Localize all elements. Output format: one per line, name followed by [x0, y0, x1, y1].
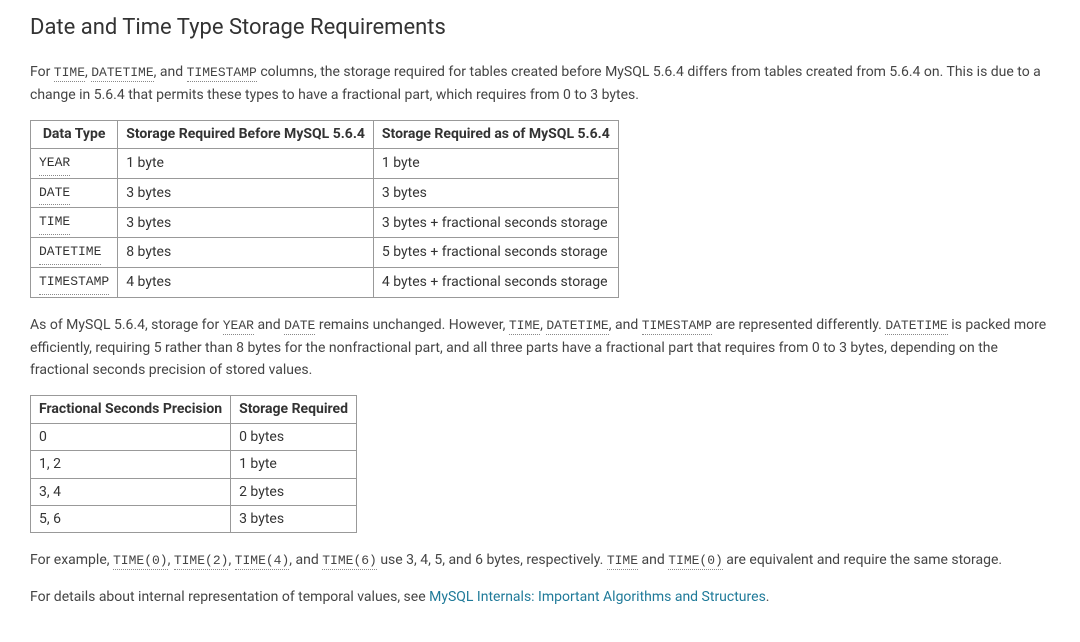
code-literal: DATE [284, 318, 315, 335]
code-literal: YEAR [39, 153, 70, 176]
table-cell: 1 byte [373, 148, 618, 178]
table-header: Storage Required Before MySQL 5.6.4 [118, 121, 374, 148]
code-literal: TIME [607, 553, 638, 570]
table-cell: 5, 6 [31, 505, 231, 532]
table-cell: 1, 2 [31, 451, 231, 478]
table-cell: 2 bytes [231, 478, 357, 505]
code-literal: YEAR [223, 318, 254, 335]
code-literal: TIME(2) [174, 553, 229, 570]
table-row: DATETIME 8 bytes5 bytes + fractional seco… [31, 238, 619, 268]
code-literal: TIMESTAMP [187, 65, 257, 82]
paragraph-changes: As of MySQL 5.6.4, storage for YEAR and … [30, 314, 1050, 382]
code-literal: TIME [54, 65, 85, 82]
table-cell: 3 bytes [373, 178, 618, 208]
code-literal: TIME(0) [113, 553, 168, 570]
table-cell: 3 bytes + fractional seconds storage [373, 208, 618, 238]
code-literal: DATETIME [39, 242, 101, 265]
code-literal: TIME(4) [235, 553, 290, 570]
text: , and [289, 552, 322, 568]
table-cell: 3 bytes [231, 505, 357, 532]
table-cell: 8 bytes [118, 238, 374, 268]
table-row: 00 bytes [31, 423, 357, 450]
table-cell: 1 byte [231, 451, 357, 478]
text: , [168, 552, 174, 568]
code-literal: TIMESTAMP [39, 272, 109, 295]
table-row: TIMESTAMP 4 bytes4 bytes + fractional sec… [31, 267, 619, 297]
text: For [30, 64, 54, 80]
code-literal: TIME [39, 212, 70, 235]
text: For details about internal representatio… [30, 589, 429, 605]
code-literal: DATETIME [91, 65, 153, 82]
text: . [766, 589, 770, 605]
code-literal: DATETIME [885, 318, 947, 335]
table-row: 1, 21 byte [31, 451, 357, 478]
text: are represented differently. [712, 317, 885, 333]
code-literal: TIME(6) [322, 553, 377, 570]
table-row: 5, 63 bytes [31, 505, 357, 532]
table-header-row: Data Type Storage Required Before MySQL … [31, 121, 619, 148]
paragraph-example: For example, TIME(0), TIME(2), TIME(4), … [30, 549, 1050, 572]
table-row: DATE 3 bytes3 bytes [31, 178, 619, 208]
table-row: YEAR 1 byte1 byte [31, 148, 619, 178]
table-cell: 5 bytes + fractional seconds storage [373, 238, 618, 268]
code-literal: DATE [39, 183, 70, 206]
text: For example, [30, 552, 113, 568]
text: , [228, 552, 234, 568]
internals-link[interactable]: MySQL Internals: Important Algorithms an… [429, 589, 766, 605]
text: , and [154, 64, 187, 80]
table-header-row: Fractional Seconds Precision Storage Req… [31, 396, 357, 423]
table-cell: 3 bytes [118, 208, 374, 238]
code-literal: TIME(0) [668, 553, 723, 570]
code-literal: TIMESTAMP [642, 318, 712, 335]
text: As of MySQL 5.6.4, storage for [30, 317, 223, 333]
text: and [638, 552, 668, 568]
paragraph-intro: For TIME, DATETIME, and TIMESTAMP column… [30, 61, 1050, 106]
text: , and [609, 317, 642, 333]
table-header: Storage Required [231, 396, 357, 423]
table-header: Storage Required as of MySQL 5.6.4 [373, 121, 618, 148]
table-row: 3, 42 bytes [31, 478, 357, 505]
table-cell: 3, 4 [31, 478, 231, 505]
text: use 3, 4, 5, and 6 bytes, respectively. [377, 552, 607, 568]
table-header: Data Type [31, 121, 118, 148]
text: are equivalent and require the same stor… [723, 552, 1002, 568]
table-cell: 0 [31, 423, 231, 450]
table-cell: 3 bytes [118, 178, 374, 208]
section-heading: Date and Time Type Storage Requirements [30, 10, 1050, 45]
paragraph-details: For details about internal representatio… [30, 586, 1050, 608]
text: remains unchanged. However, [315, 317, 509, 333]
table-cell: 4 bytes [118, 267, 374, 297]
table-cell: 0 bytes [231, 423, 357, 450]
table-row: TIME 3 bytes3 bytes + fractional seconds … [31, 208, 619, 238]
code-literal: TIME [509, 318, 540, 335]
table-cell: 1 byte [118, 148, 374, 178]
fractional-precision-table: Fractional Seconds Precision Storage Req… [30, 395, 357, 533]
table-header: Fractional Seconds Precision [31, 396, 231, 423]
storage-table-main: Data Type Storage Required Before MySQL … [30, 120, 619, 297]
table-cell: 4 bytes + fractional seconds storage [373, 267, 618, 297]
text: and [254, 317, 284, 333]
code-literal: DATETIME [546, 318, 608, 335]
